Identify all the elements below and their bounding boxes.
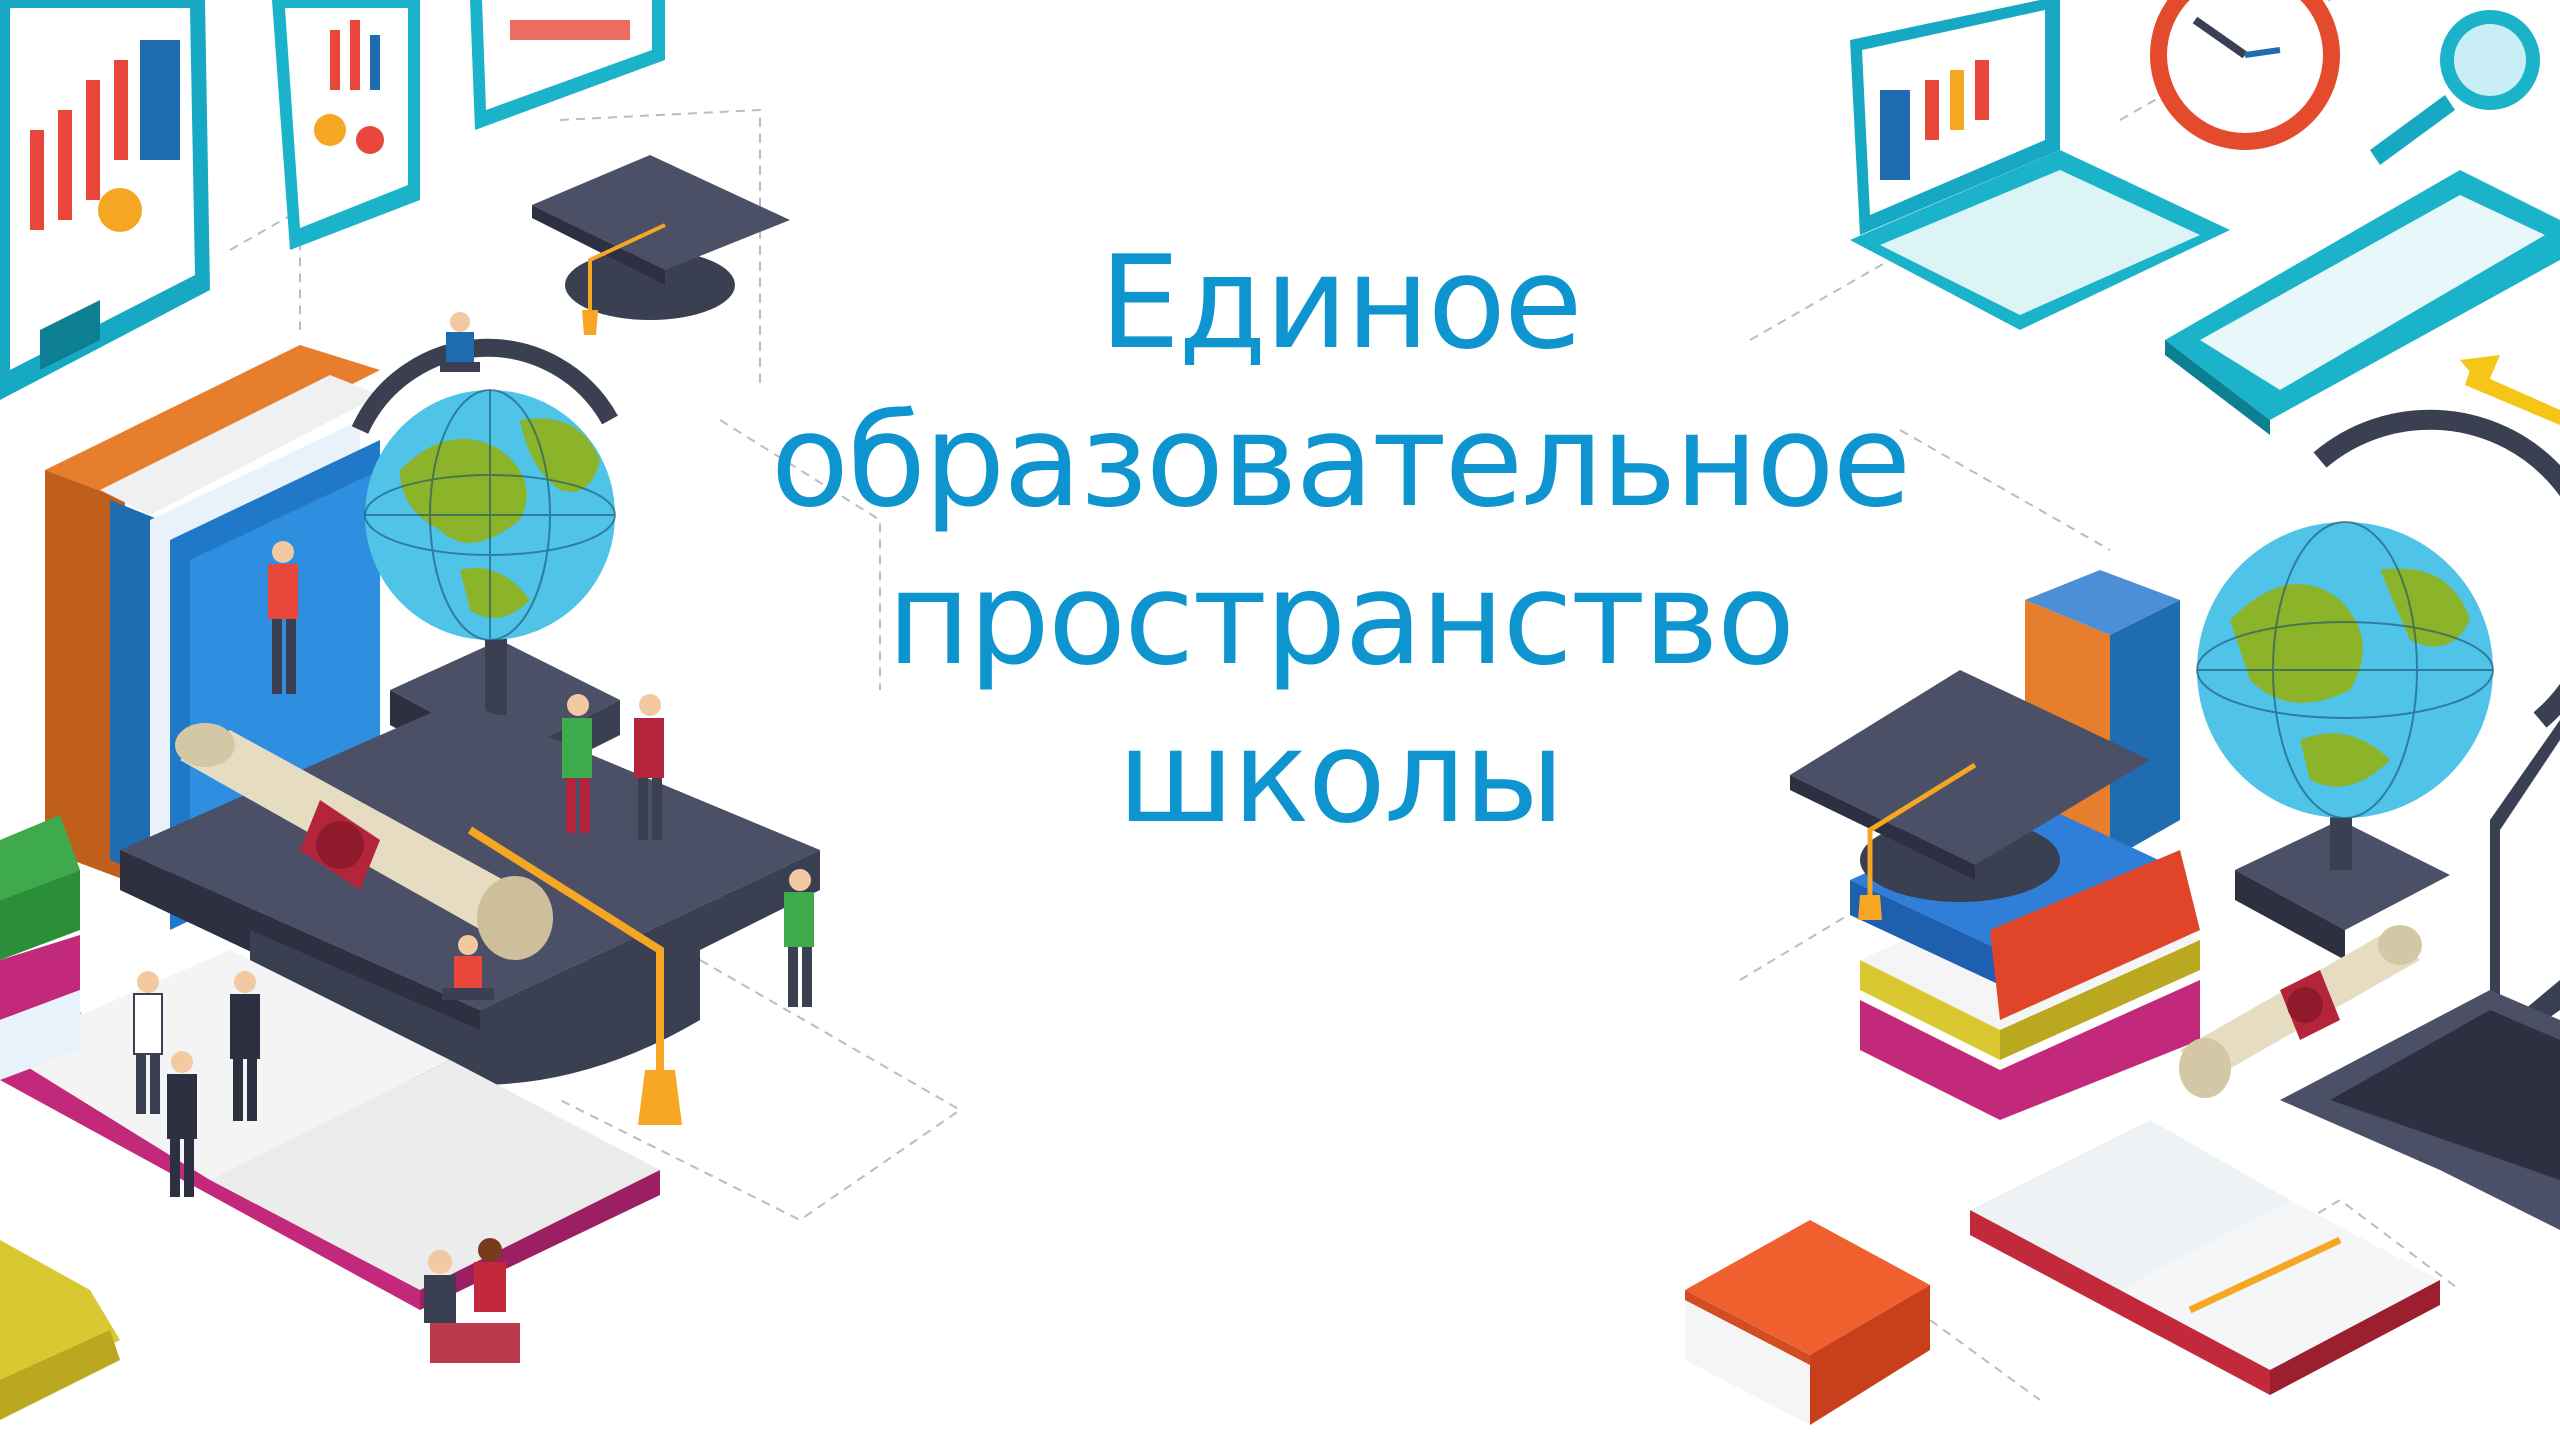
- open-book-right-icon: [1970, 1120, 2440, 1395]
- title-line-2: образовательное: [770, 387, 1912, 536]
- page-title: Единое образовательное пространство школ…: [690, 225, 1990, 857]
- clock-icon: [2150, 0, 2340, 150]
- tablet-chart-icon: [272, 0, 420, 250]
- person-sitting-on-globe: [440, 312, 480, 372]
- arrow-icon: [2460, 355, 2560, 425]
- magnifier-icon: [2370, 10, 2540, 165]
- red-book-icon: [1685, 1220, 1930, 1425]
- small-monitor-icon: [470, 0, 665, 130]
- title-line-4: школы: [1117, 703, 1565, 852]
- monitor-chart-icon: [0, 0, 210, 400]
- title-line-3: пространство: [886, 545, 1795, 694]
- title-line-1: Единое: [1099, 229, 1582, 378]
